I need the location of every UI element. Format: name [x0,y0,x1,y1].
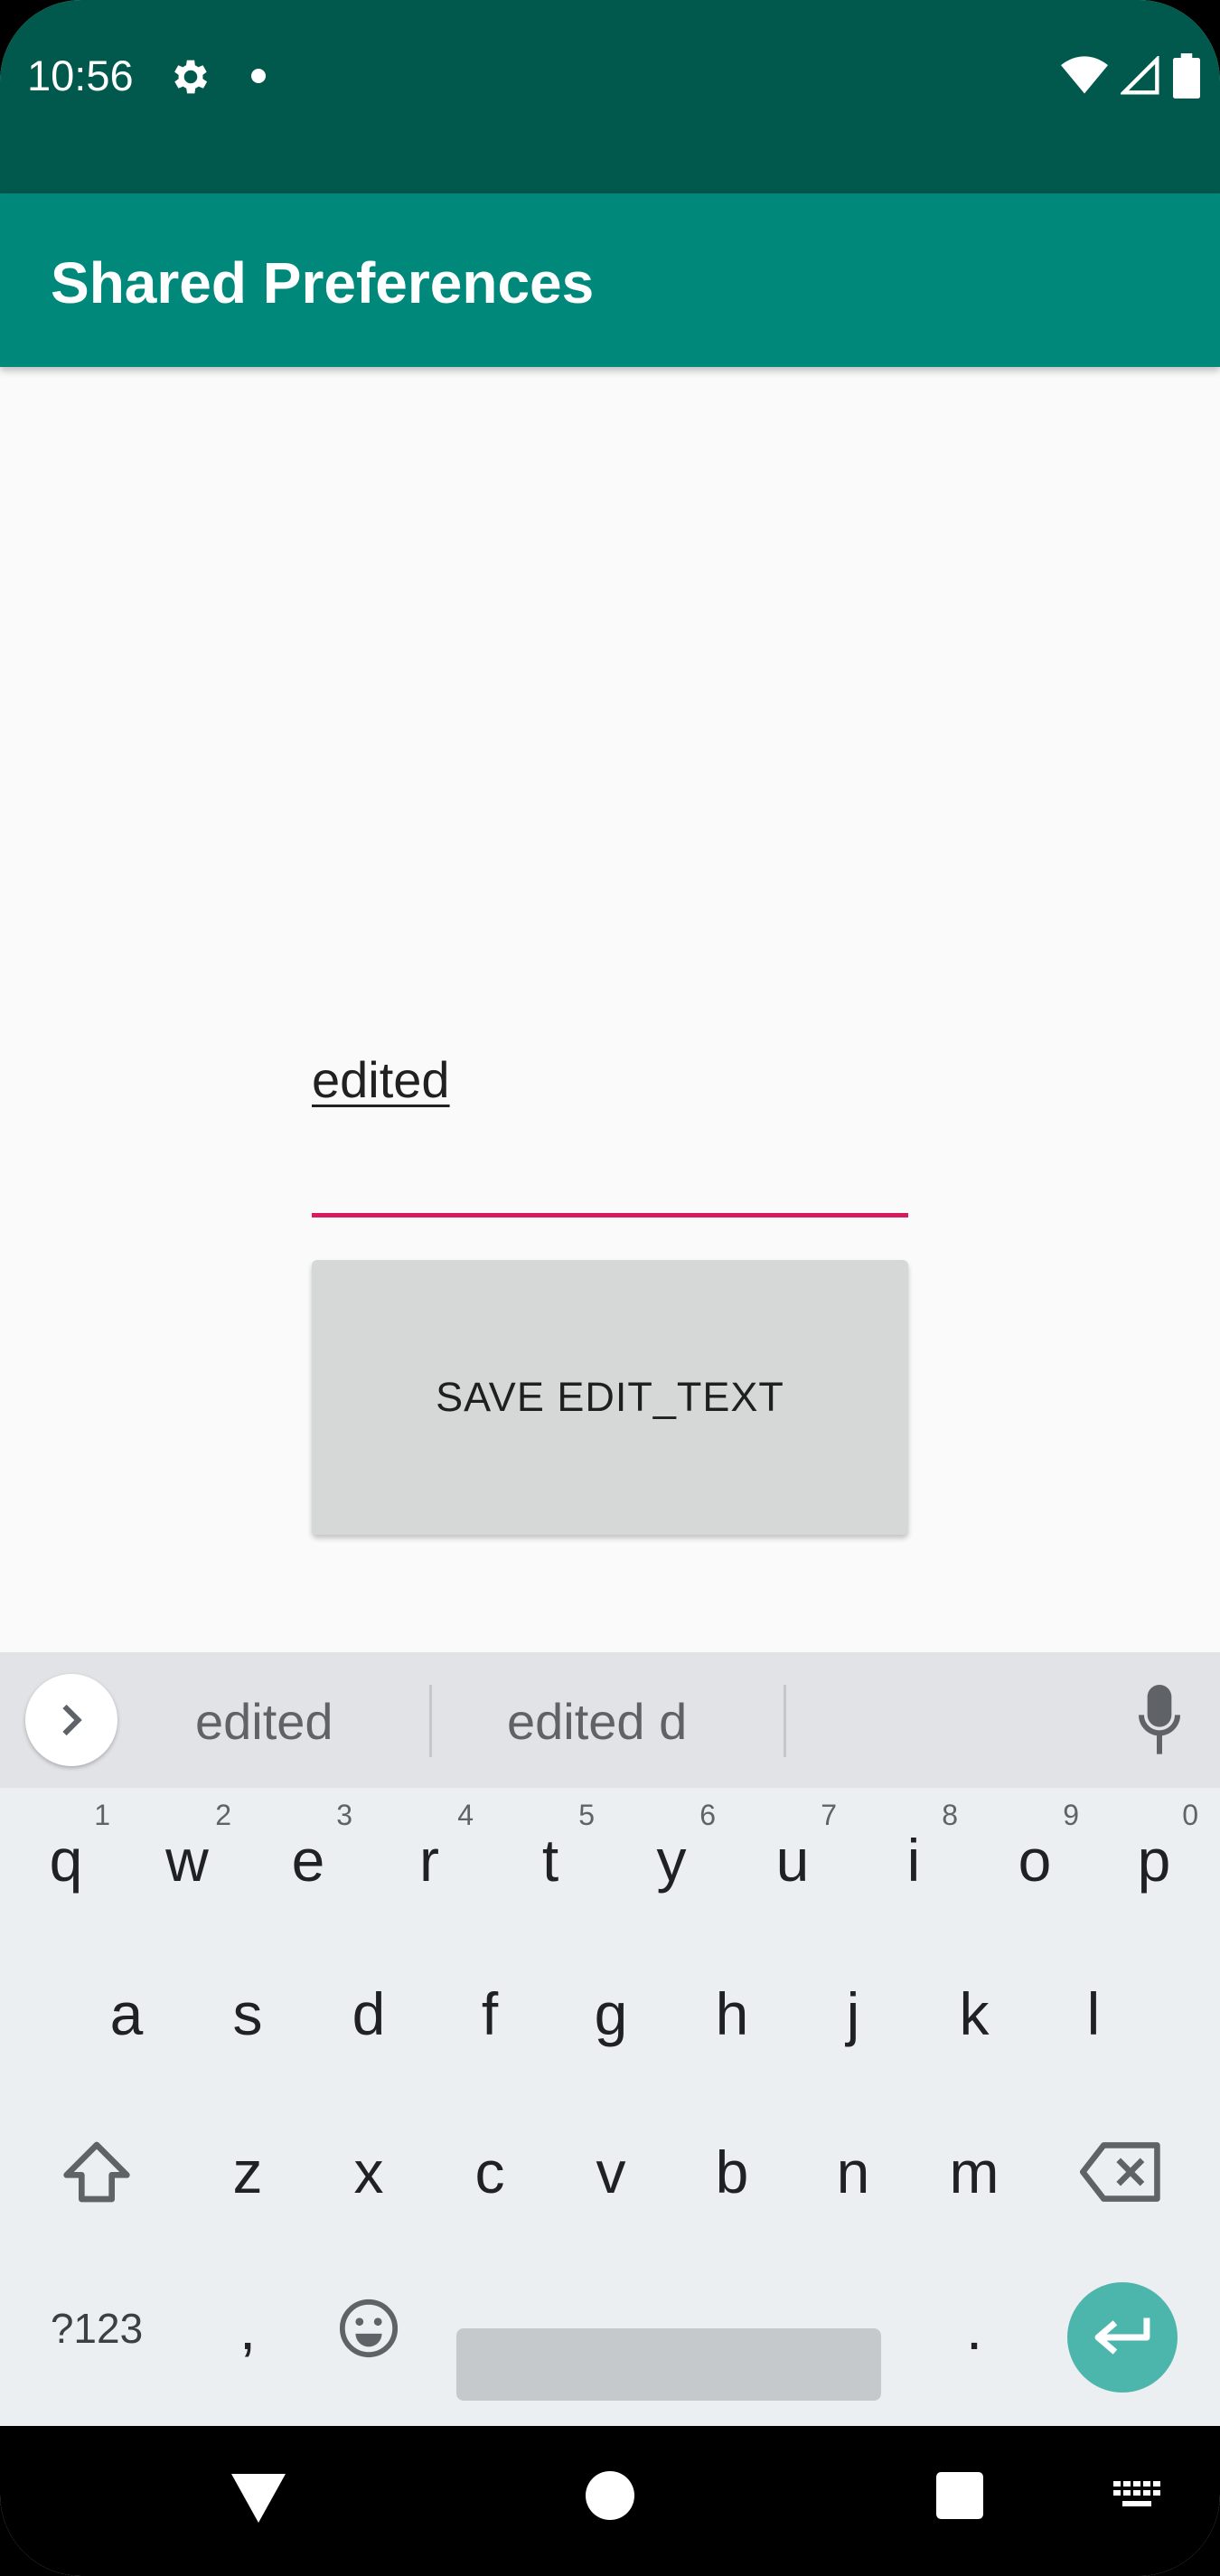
backspace-icon [1080,2142,1160,2202]
key-d[interactable]: d [308,1941,429,2086]
comma-key[interactable]: , [187,2256,308,2401]
key-q[interactable]: q1 [5,1788,127,1932]
app-title: Shared Preferences [51,250,595,315]
key-j[interactable]: j [793,1941,914,2086]
key-s[interactable]: s [187,1941,308,2086]
key-y[interactable]: y6 [611,1788,732,1932]
keyboard-switch-icon[interactable] [1113,2480,1160,2511]
status-icons [1061,52,1200,99]
recents-icon[interactable] [936,2472,983,2519]
battery-icon [1173,53,1200,99]
key-p[interactable]: p0 [1093,1788,1215,1932]
home-icon[interactable] [586,2471,634,2520]
enter-icon [1094,2317,1150,2355]
shift-icon [63,2141,130,2203]
edit-text-input[interactable]: edited [312,1050,450,1109]
notification-dot-icon [251,69,266,83]
soft-keyboard: edited edited d q1 w2 e3 r4 t5 y6 u7 i8 … [0,1652,1220,2426]
key-h[interactable]: h [671,1941,793,2086]
key-t[interactable]: t5 [490,1788,611,1932]
key-x[interactable]: x [308,2100,429,2244]
backspace-key[interactable] [1061,2100,1182,2244]
status-time: 10:56 [27,52,134,99]
enter-key[interactable] [1067,2282,1178,2393]
suggestion-divider [429,1685,432,1757]
key-o[interactable]: o9 [974,1788,1095,1932]
wifi-icon [1061,56,1108,94]
key-g[interactable]: g [550,1941,671,2086]
key-k[interactable]: k [914,1941,1035,2086]
save-edit-text-button[interactable]: SAVE EDIT_TEXT [312,1260,908,1535]
key-l[interactable]: l [1033,1941,1154,2086]
phone-screen: 10:56 Shared Preferences edited SAVE EDI… [0,0,1220,2576]
key-n[interactable]: n [793,2100,914,2244]
emoji-key[interactable] [308,2256,429,2401]
chevron-right-icon [62,1704,82,1736]
expand-toolbar-button[interactable] [25,1674,117,1766]
suggestion-strip: edited edited d [0,1652,1220,1788]
key-z[interactable]: z [187,2100,308,2244]
suggestion-2[interactable]: edited d [507,1692,687,1751]
key-u[interactable]: u7 [732,1788,853,1932]
key-i[interactable]: i8 [853,1788,974,1932]
period-key[interactable]: . [914,2256,1035,2401]
status-bar: 10:56 [0,0,1220,193]
key-v[interactable]: v [550,2100,671,2244]
emoji-icon [339,2299,399,2358]
back-icon[interactable] [231,2473,286,2524]
signal-icon [1121,56,1159,95]
mic-icon[interactable] [1137,1685,1182,1757]
key-area: q1 w2 e3 r4 t5 y6 u7 i8 o9 p0 a s d f g … [0,1788,1220,2426]
suggestion-divider [784,1685,786,1757]
symbols-key[interactable]: ?123 [36,2256,157,2401]
key-b[interactable]: b [671,2100,793,2244]
space-bar[interactable] [456,2328,881,2401]
key-f[interactable]: f [429,1941,550,2086]
key-w[interactable]: w2 [127,1788,248,1932]
key-a[interactable]: a [66,1941,187,2086]
gear-icon [174,60,208,94]
shift-key[interactable] [36,2100,157,2244]
edit-text-underline [312,1213,908,1217]
key-m[interactable]: m [914,2100,1035,2244]
app-bar: Shared Preferences [0,193,1220,367]
key-r[interactable]: r4 [369,1788,490,1932]
suggestion-1[interactable]: edited [195,1692,333,1751]
key-e[interactable]: e3 [248,1788,369,1932]
navigation-bar [0,2426,1220,2576]
key-c[interactable]: c [429,2100,550,2244]
